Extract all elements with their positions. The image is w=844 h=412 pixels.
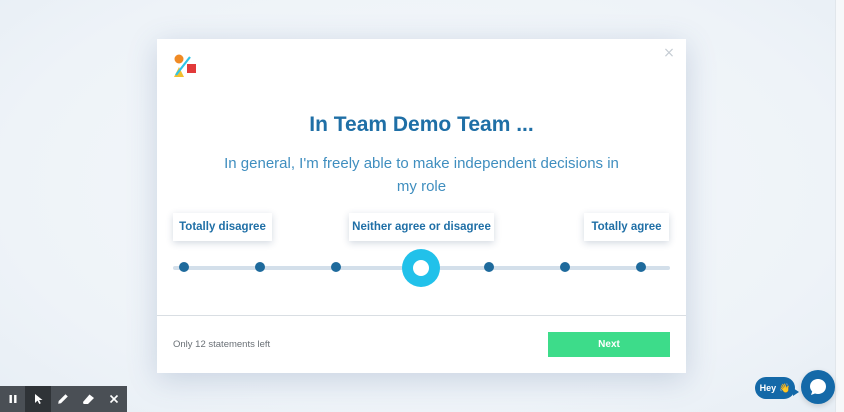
eraser-icon bbox=[83, 394, 95, 404]
chat-bubble-icon bbox=[810, 379, 826, 395]
scale-label-totally-disagree: Totally disagree bbox=[173, 213, 272, 241]
scale-point-6[interactable] bbox=[560, 262, 570, 272]
scale-point-4-selected[interactable] bbox=[402, 249, 440, 287]
pointer-icon bbox=[34, 394, 43, 404]
scale-point-5[interactable] bbox=[484, 262, 494, 272]
close-button[interactable]: × bbox=[660, 44, 678, 62]
pen-tool-button[interactable] bbox=[51, 386, 76, 412]
next-button[interactable]: Next bbox=[548, 332, 670, 357]
chat-launcher-button[interactable] bbox=[801, 370, 835, 404]
survey-modal: × In Team Demo Team ... In general, I'm … bbox=[157, 39, 686, 373]
pen-icon bbox=[58, 394, 69, 404]
pointer-tool-button[interactable] bbox=[25, 386, 51, 412]
scale-point-2[interactable] bbox=[255, 262, 265, 272]
chat-greeting-text: Hey bbox=[759, 383, 777, 393]
footer-divider bbox=[157, 315, 686, 316]
chat-greeting-bubble[interactable]: Hey 👋 bbox=[755, 377, 799, 399]
waving-hand-icon: 👋 bbox=[779, 382, 791, 393]
annotation-toolbar bbox=[0, 386, 127, 412]
survey-statement: In general, I'm freely able to make inde… bbox=[224, 155, 619, 195]
close-toolbar-button[interactable] bbox=[102, 386, 127, 412]
scale-label-totally-agree: Totally agree bbox=[584, 213, 669, 241]
eraser-tool-button[interactable] bbox=[76, 386, 101, 412]
remaining-statements-text: Only 12 statements left bbox=[173, 339, 271, 350]
close-icon bbox=[110, 394, 119, 404]
close-icon: × bbox=[663, 45, 675, 61]
pause-button[interactable] bbox=[0, 386, 25, 412]
app-logo bbox=[174, 54, 196, 77]
selected-point-center bbox=[413, 260, 429, 276]
scale-point-1[interactable] bbox=[179, 262, 189, 272]
scale-label-neutral: Neither agree or disagree bbox=[349, 213, 494, 241]
scale-point-3[interactable] bbox=[331, 262, 341, 272]
pause-icon bbox=[9, 395, 17, 403]
scale-point-7[interactable] bbox=[636, 262, 646, 272]
chat-bubble-tail bbox=[793, 388, 799, 396]
page-scrollbar[interactable] bbox=[835, 0, 844, 412]
survey-title: In Team Demo Team ... bbox=[309, 113, 534, 136]
